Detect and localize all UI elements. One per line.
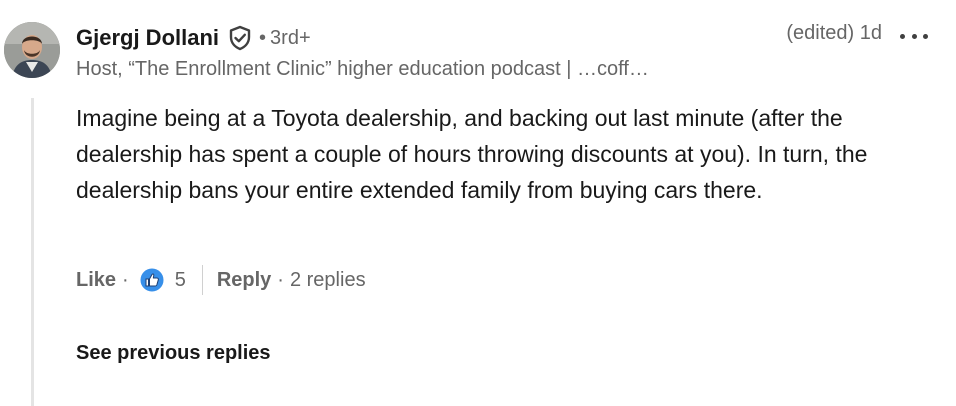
more-dot [900, 33, 905, 39]
edited-label: (edited) [786, 22, 855, 44]
reaction-count[interactable]: 5 [175, 269, 186, 292]
verified-shield-icon [227, 25, 253, 51]
comment-body: Imagine being at a Toyota dealership, an… [76, 105, 868, 203]
more-dot [923, 33, 928, 39]
thread-line [31, 98, 34, 406]
comment-meta: (edited) 1d [786, 22, 882, 45]
author-name[interactable]: Gjergj Dollani [76, 25, 219, 51]
degree-separator: • [259, 26, 267, 49]
avatar-photo [4, 22, 60, 78]
more-options-icon[interactable] [900, 24, 928, 48]
connection-degree: 3rd+ [270, 26, 311, 49]
timestamp: 1d [859, 22, 882, 44]
more-dot [911, 33, 917, 39]
action-divider [201, 265, 203, 295]
see-previous-replies-button[interactable]: See previous replies [76, 342, 271, 365]
like-button[interactable]: Like [76, 269, 116, 292]
action-separator: · [122, 268, 129, 291]
avatar[interactable] [4, 22, 60, 78]
thumbs-up-reaction-icon[interactable] [139, 267, 165, 293]
replies-count-link[interactable]: 2 replies [290, 269, 366, 292]
author-headline: Host, “The Enrollment Clinic” higher edu… [76, 58, 649, 80]
comment-actions: Like · 5 Reply · 2 replies [76, 264, 366, 296]
comment-header: Gjergj Dollani • 3rd+ [76, 20, 311, 56]
reply-button[interactable]: Reply [217, 269, 271, 292]
action-separator: · [277, 268, 284, 291]
